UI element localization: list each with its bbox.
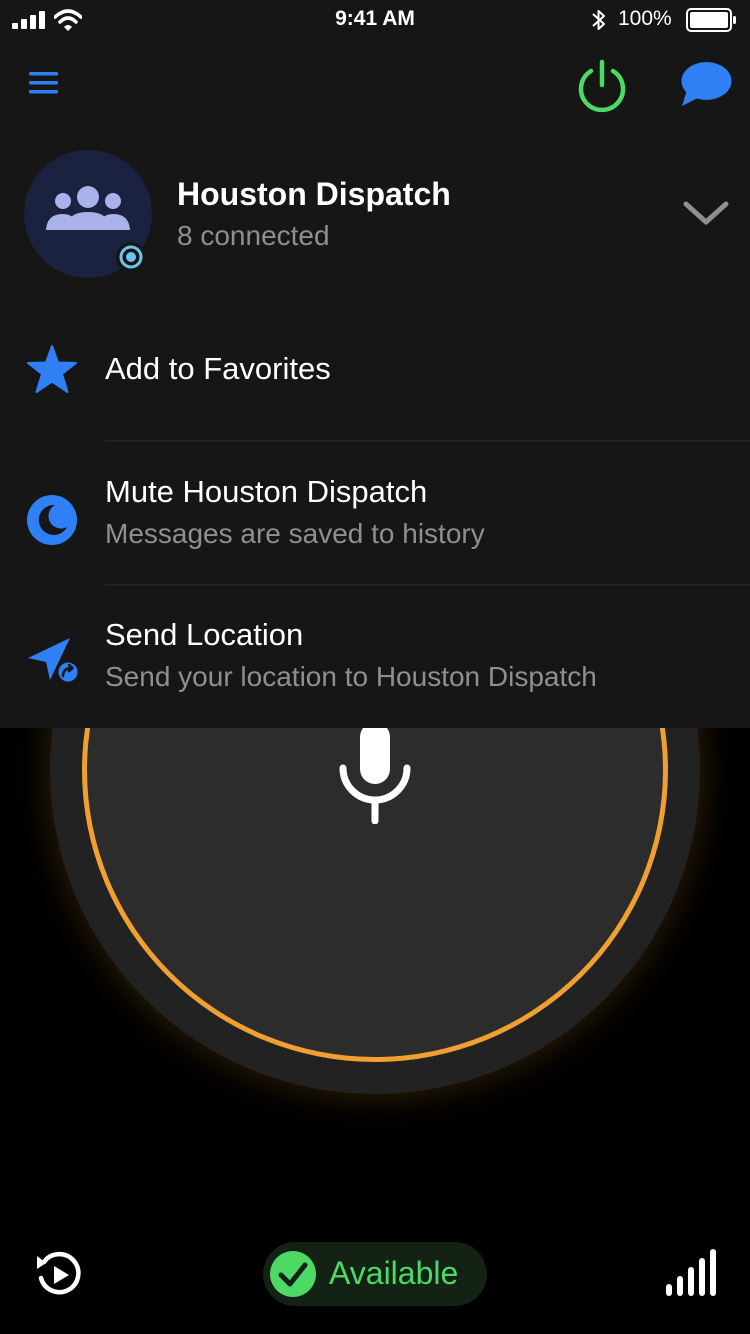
menu-item-title: Add to Favorites [105, 351, 331, 386]
status-bar: 9:41 AM 100% [0, 0, 750, 40]
target-dot-icon [119, 245, 143, 269]
send-location-icon [28, 638, 81, 684]
channel-connected-count: 8 connected [177, 220, 330, 251]
hamburger-menu-icon [29, 72, 58, 94]
menu-button[interactable] [28, 68, 60, 100]
menu-item-title: Mute Houston Dispatch [105, 474, 428, 509]
menu-item-title: Send Location [105, 617, 304, 652]
replay-button[interactable] [34, 1248, 84, 1300]
channel-header[interactable]: Houston Dispatch 8 connected [0, 148, 750, 283]
channel-name: Houston Dispatch [177, 176, 451, 212]
moon-icon [27, 495, 77, 545]
presence-badge [116, 242, 146, 272]
menu-item-send-location[interactable]: Send Location Send your location to Hous… [0, 586, 750, 728]
power-icon [578, 59, 626, 113]
availability-toggle[interactable]: Available [263, 1242, 487, 1306]
replay-icon [37, 1251, 81, 1295]
checkmark-icon [270, 1251, 316, 1297]
battery-icon [686, 8, 736, 32]
microphone-icon [339, 722, 411, 824]
chat-bubble-icon [681, 62, 732, 106]
battery-percent: 100% [618, 7, 672, 30]
star-icon [27, 345, 77, 393]
channel-options-panel: 9:41 AM 100% Houston Dispatch 8 connecte… [0, 0, 750, 728]
menu-item-subtitle: Messages are saved to history [105, 518, 485, 549]
menu-item-mute-channel[interactable]: Mute Houston Dispatch Messages are saved… [0, 442, 750, 584]
chat-button[interactable] [678, 58, 734, 112]
menu-item-subtitle: Send your location to Houston Dispatch [105, 661, 597, 692]
availability-label: Available [329, 1255, 459, 1291]
signal-strength-icon[interactable] [664, 1248, 716, 1298]
menu-item-add-favorites[interactable]: Add to Favorites [0, 300, 750, 440]
group-icon [46, 186, 130, 230]
chevron-down-icon[interactable] [680, 196, 732, 228]
bluetooth-icon [592, 10, 605, 30]
power-button[interactable] [574, 57, 630, 113]
